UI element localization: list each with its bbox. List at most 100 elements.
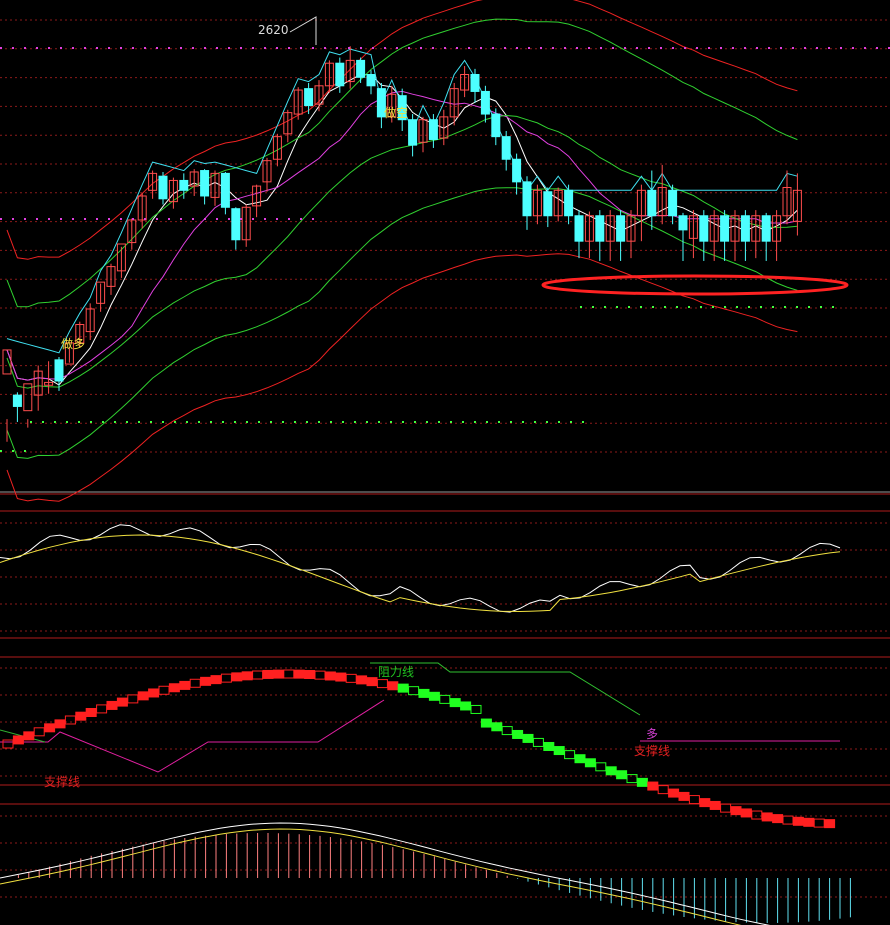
level-dot [558,421,560,423]
osc2-bar [44,723,56,733]
level-dot [820,306,822,308]
level-dot [234,421,236,423]
level-dot [288,47,290,49]
level-dot [0,218,2,220]
level-dot [402,421,404,423]
level-dot [576,47,578,49]
level-dot [456,47,458,49]
osc2-bar [387,681,399,691]
level-dot [126,421,128,423]
level-dot [132,47,134,49]
level-dot [864,47,866,49]
level-dot [312,218,314,220]
osc2-bar [324,671,336,681]
candle-body [158,175,168,200]
level-dot [840,47,842,49]
level-dot [96,218,98,220]
osc2-bar [480,718,492,728]
candle-body [647,189,657,217]
level-dot [24,218,26,220]
osc2-bar [85,708,97,718]
osc2-bar [824,819,836,829]
osc2-bar [740,808,752,818]
level-dot [712,306,714,308]
candle-body [491,113,501,138]
level-dot [114,421,116,423]
level-dot [168,218,170,220]
osc2-bar [168,683,180,693]
level-dot [672,47,674,49]
osc2-bar [605,766,617,776]
level-dot [0,450,2,452]
level-dot [144,218,146,220]
level-dot [330,421,332,423]
level-dot [276,218,278,220]
level-dot [616,306,618,308]
level-dot [720,47,722,49]
level-dot [66,421,68,423]
level-dot [246,421,248,423]
osc2-bar [137,691,149,701]
stock-chart: 2620 做空 做多 阻力线 支撑线 支撑线 多 [0,0,890,925]
osc2-bar [668,788,680,798]
level-dot [492,47,494,49]
level-dot [486,421,488,423]
level-dot [756,47,758,49]
candle-body [501,136,511,160]
osc2-bar [12,735,24,745]
level-dot [312,47,314,49]
level-dot [270,421,272,423]
level-dot [604,306,606,308]
level-dot [264,218,266,220]
candle-body [335,62,345,87]
osc2-bar [491,722,503,732]
osc2-bar [574,754,586,764]
level-dot [180,47,182,49]
level-dot [360,47,362,49]
osc2-bar [792,816,804,826]
level-dot [30,421,32,423]
level-dot [832,306,834,308]
level-dot [306,421,308,423]
level-dot [468,47,470,49]
candle-body [200,170,210,197]
level-dot [772,306,774,308]
osc2-bar [647,781,659,791]
support-label-left: 支撑线 [44,774,80,789]
level-dot [366,421,368,423]
candle-body [54,359,64,382]
osc2-bar [262,669,274,679]
osc2-bar [512,729,524,739]
level-dot [628,306,630,308]
osc2-bar [761,812,773,822]
level-dot [12,218,14,220]
level-dot [792,47,794,49]
osc2-bar [54,719,66,729]
level-dot [252,47,254,49]
candle-body [480,90,490,115]
level-dot [24,47,26,49]
osc2-bar [543,741,555,751]
support-label-right: 支撑线 [634,743,670,758]
level-dot [0,47,2,49]
level-dot [288,218,290,220]
level-dot [696,47,698,49]
level-dot [108,47,110,49]
level-dot [168,47,170,49]
level-dot [300,47,302,49]
osc2-bar [522,733,534,743]
level-dot [228,218,230,220]
candle-body [179,179,189,191]
level-dot [640,306,642,308]
level-dot [156,218,158,220]
level-dot [72,218,74,220]
level-dot [580,306,582,308]
candle-body [761,215,771,242]
level-dot [258,421,260,423]
level-dot [144,47,146,49]
osc2-bar [75,711,87,721]
level-dot [354,421,356,423]
level-dot [210,421,212,423]
level-dot [108,218,110,220]
osc2-bar [356,675,368,685]
